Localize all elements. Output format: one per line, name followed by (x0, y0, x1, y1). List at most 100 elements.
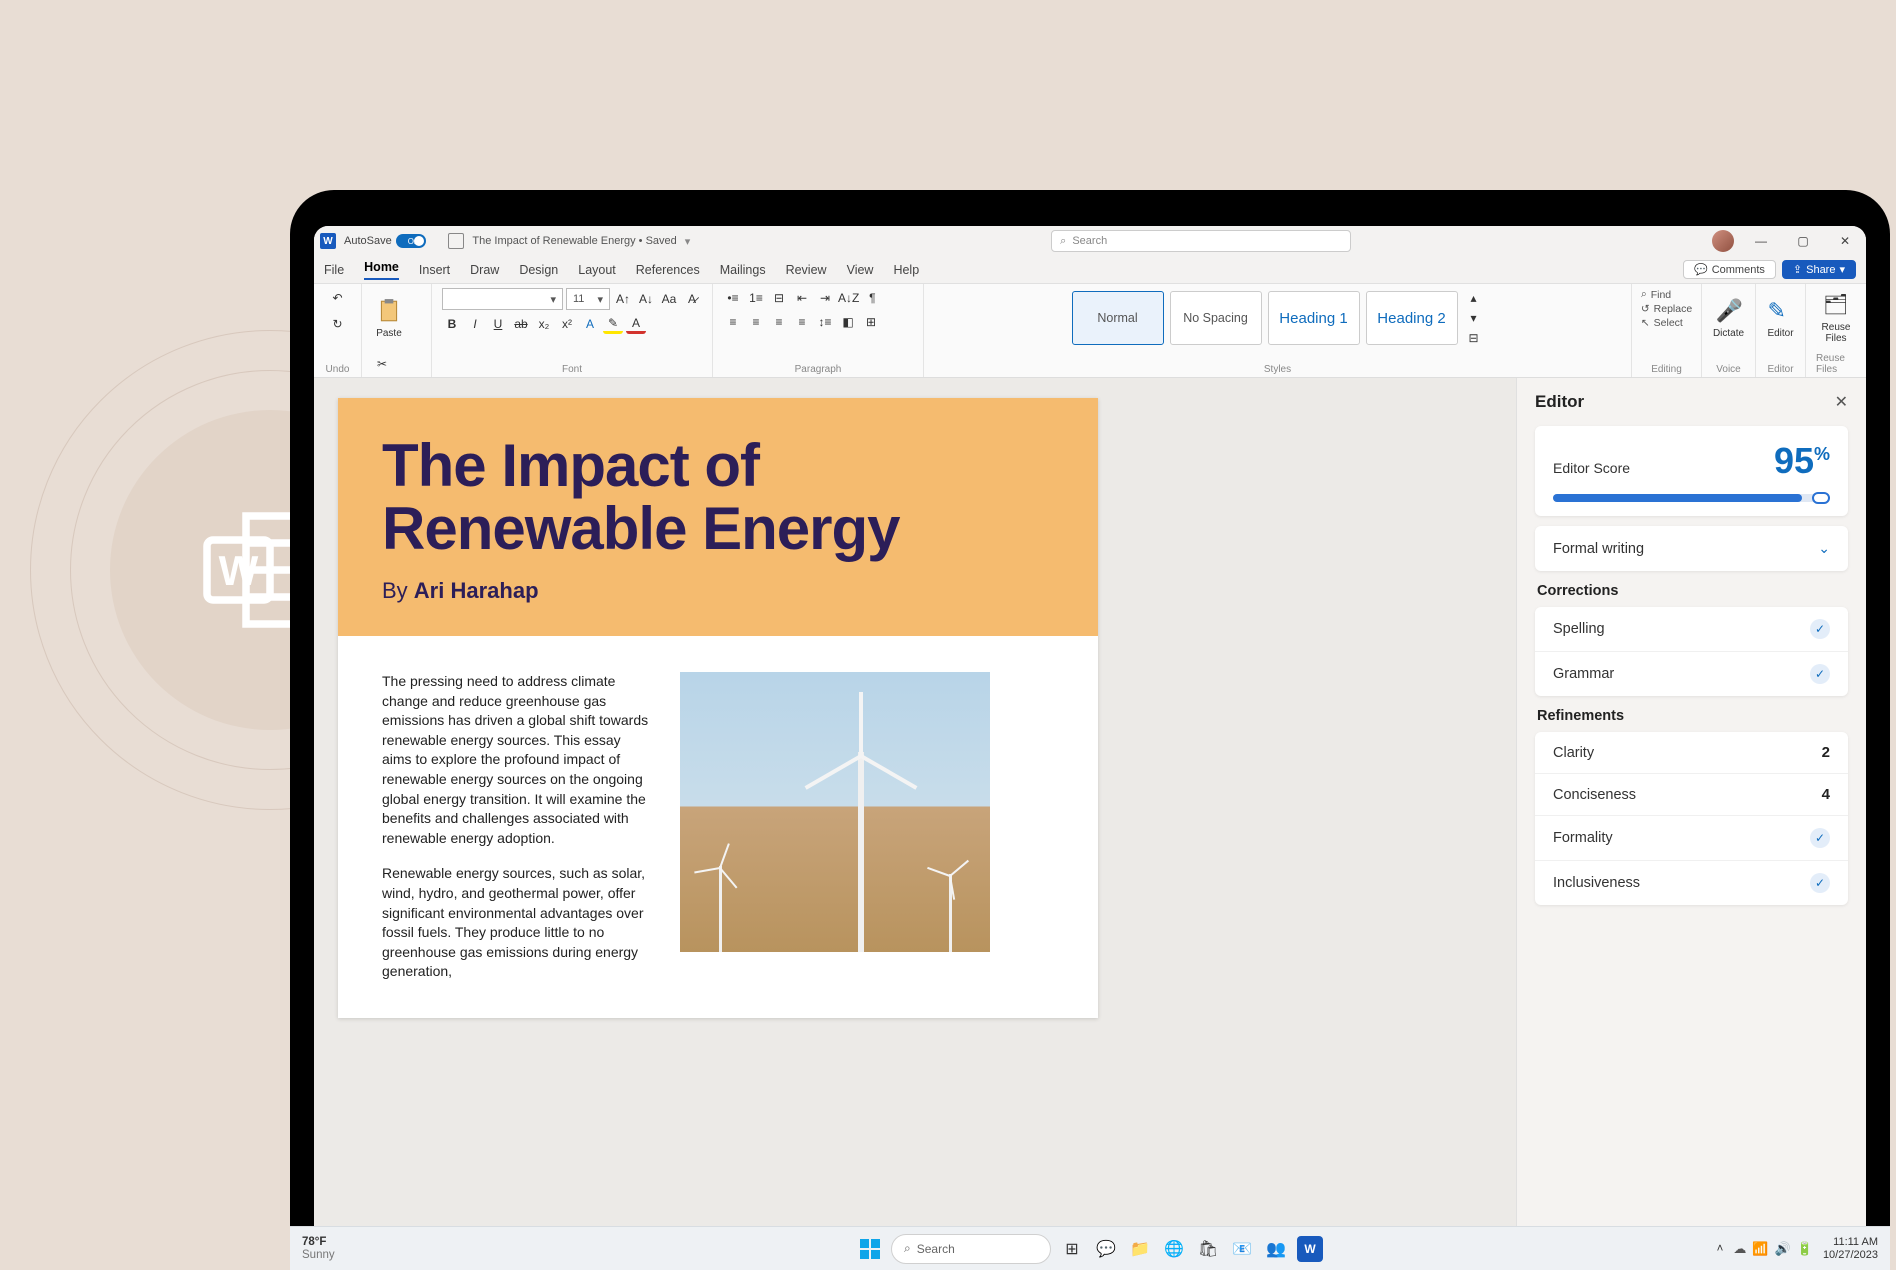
user-avatar[interactable] (1712, 230, 1734, 252)
increase-indent-button[interactable]: ⇥ (815, 288, 835, 308)
title-dropdown-icon[interactable]: ▾ (685, 235, 691, 248)
battery-icon[interactable]: 🔋 (1797, 1241, 1813, 1257)
highlight-button[interactable]: ✎ (603, 314, 623, 334)
wifi-icon[interactable]: 📶 (1752, 1241, 1768, 1257)
styles-down-button[interactable]: ▾ (1464, 308, 1484, 328)
system-tray[interactable]: ☁ 📶 🔊 🔋 (1733, 1241, 1813, 1257)
tab-help[interactable]: Help (893, 263, 919, 277)
doc-author[interactable]: By Ari Harahap (382, 578, 1054, 604)
save-icon[interactable] (448, 233, 464, 249)
font-family-select[interactable]: ▾ (442, 288, 563, 310)
align-center-button[interactable]: ≡ (746, 312, 766, 332)
replace-button[interactable]: ↺Replace (1641, 303, 1692, 315)
decrease-indent-button[interactable]: ⇤ (792, 288, 812, 308)
select-button[interactable]: ↖Select (1641, 317, 1692, 329)
style-no-spacing[interactable]: No Spacing (1170, 291, 1262, 345)
tab-insert[interactable]: Insert (419, 263, 450, 277)
font-size-select[interactable]: 11▾ (566, 288, 610, 310)
borders-button[interactable]: ⊞ (861, 312, 881, 332)
line-spacing-button[interactable]: ↕≡ (815, 312, 835, 332)
cut-button[interactable]: ✂ (372, 354, 392, 374)
taskbar-clock[interactable]: 11:11 AM 10/27/2023 (1823, 1236, 1866, 1260)
task-view-button[interactable]: ⊞ (1059, 1236, 1085, 1262)
reuse-files-button[interactable]: 🗂 Reuse Files (1816, 288, 1856, 348)
tab-draw[interactable]: Draw (470, 263, 499, 277)
refinement-conciseness[interactable]: Conciseness 4 (1535, 774, 1848, 816)
chat-button[interactable]: 💬 (1093, 1236, 1119, 1262)
minimize-button[interactable]: — (1746, 229, 1776, 253)
doc-image-wind-turbines[interactable] (680, 672, 990, 952)
style-normal[interactable]: Normal (1072, 291, 1164, 345)
tab-design[interactable]: Design (519, 263, 558, 277)
store-button[interactable]: 🛍 (1195, 1236, 1221, 1262)
close-button[interactable]: ✕ (1830, 229, 1860, 253)
styles-up-button[interactable]: ▴ (1464, 288, 1484, 308)
shading-button[interactable]: ◧ (838, 312, 858, 332)
style-heading1[interactable]: Heading 1 (1268, 291, 1360, 345)
clear-formatting-button[interactable]: A̷ (682, 289, 702, 309)
superscript-button[interactable]: x² (557, 314, 577, 334)
show-marks-button[interactable]: ¶ (862, 288, 882, 308)
refinement-clarity[interactable]: Clarity 2 (1535, 732, 1848, 774)
document-scroll[interactable]: The Impact of Renewable Energy By Ari Ha… (314, 378, 1516, 1248)
italic-button[interactable]: I (465, 314, 485, 334)
close-pane-button[interactable]: ✕ (1835, 392, 1848, 412)
writing-style-select[interactable]: Formal writing ⌄ (1535, 526, 1848, 571)
underline-button[interactable]: U (488, 314, 508, 334)
tab-file[interactable]: File (324, 263, 344, 277)
change-case-button[interactable]: Aa (659, 289, 679, 309)
correction-grammar[interactable]: Grammar ✓ (1535, 652, 1848, 696)
subscript-button[interactable]: x₂ (534, 314, 554, 334)
strikethrough-button[interactable]: ab (511, 314, 531, 334)
share-button[interactable]: ⇪ Share ▾ (1782, 260, 1856, 279)
increase-font-button[interactable]: A↑ (613, 289, 633, 309)
teams-button[interactable]: 👥 (1263, 1236, 1289, 1262)
numbering-button[interactable]: 1≡ (746, 288, 766, 308)
text-effects-button[interactable]: A (580, 314, 600, 334)
comments-button[interactable]: 💬 Comments (1683, 260, 1776, 279)
doc-paragraph[interactable]: The pressing need to address climate cha… (382, 672, 652, 848)
paste-button[interactable]: Paste (372, 288, 406, 348)
editor-score-card[interactable]: Editor Score 95% (1535, 426, 1848, 516)
taskbar-weather[interactable]: 78°F Sunny (314, 1236, 335, 1261)
doc-text-column[interactable]: The pressing need to address climate cha… (382, 672, 652, 998)
decrease-font-button[interactable]: A↓ (636, 289, 656, 309)
tab-mailings[interactable]: Mailings (720, 263, 766, 277)
redo-button[interactable]: ↻ (328, 314, 348, 334)
onedrive-icon[interactable]: ☁ (1733, 1241, 1746, 1257)
tab-review[interactable]: Review (786, 263, 827, 277)
maximize-button[interactable]: ▢ (1788, 229, 1818, 253)
refinement-formality[interactable]: Formality ✓ (1535, 816, 1848, 861)
start-button[interactable] (857, 1236, 883, 1262)
tab-home[interactable]: Home (364, 260, 399, 280)
autosave-toggle[interactable]: AutoSave On (344, 234, 440, 248)
titlebar-search[interactable]: ⌕ Search (1051, 230, 1351, 252)
multilevel-button[interactable]: ⊟ (769, 288, 789, 308)
word-taskbar-button[interactable]: W (1297, 1236, 1323, 1262)
font-color-button[interactable]: A (626, 314, 646, 334)
volume-icon[interactable]: 🔊 (1775, 1241, 1791, 1257)
correction-spelling[interactable]: Spelling ✓ (1535, 607, 1848, 652)
justify-button[interactable]: ≡ (792, 312, 812, 332)
tab-view[interactable]: View (847, 263, 874, 277)
document-page[interactable]: The Impact of Renewable Energy By Ari Ha… (338, 398, 1098, 1018)
mail-button[interactable]: 📧 (1229, 1236, 1255, 1262)
styles-expand-button[interactable]: ⊟ (1464, 328, 1484, 348)
bold-button[interactable]: B (442, 314, 462, 334)
align-left-button[interactable]: ≡ (723, 312, 743, 332)
taskbar-search[interactable]: ⌕ Search (891, 1234, 1051, 1264)
style-heading2[interactable]: Heading 2 (1366, 291, 1458, 345)
doc-title[interactable]: The Impact of Renewable Energy (382, 434, 1054, 560)
file-explorer-button[interactable]: 📁 (1127, 1236, 1153, 1262)
undo-button[interactable]: ↶ (328, 288, 348, 308)
sort-button[interactable]: A↓Z (838, 288, 859, 308)
find-button[interactable]: ⌕Find (1641, 288, 1692, 301)
tray-expand-icon[interactable]: ˄ (1717, 1243, 1724, 1255)
align-right-button[interactable]: ≡ (769, 312, 789, 332)
dictate-button[interactable]: 🎤 Dictate (1709, 288, 1748, 348)
tab-layout[interactable]: Layout (578, 263, 616, 277)
edge-button[interactable]: 🌐 (1161, 1236, 1187, 1262)
doc-paragraph[interactable]: Renewable energy sources, such as solar,… (382, 864, 652, 982)
tab-references[interactable]: References (636, 263, 700, 277)
editor-ribbon-button[interactable]: ✎ Editor (1763, 288, 1797, 348)
